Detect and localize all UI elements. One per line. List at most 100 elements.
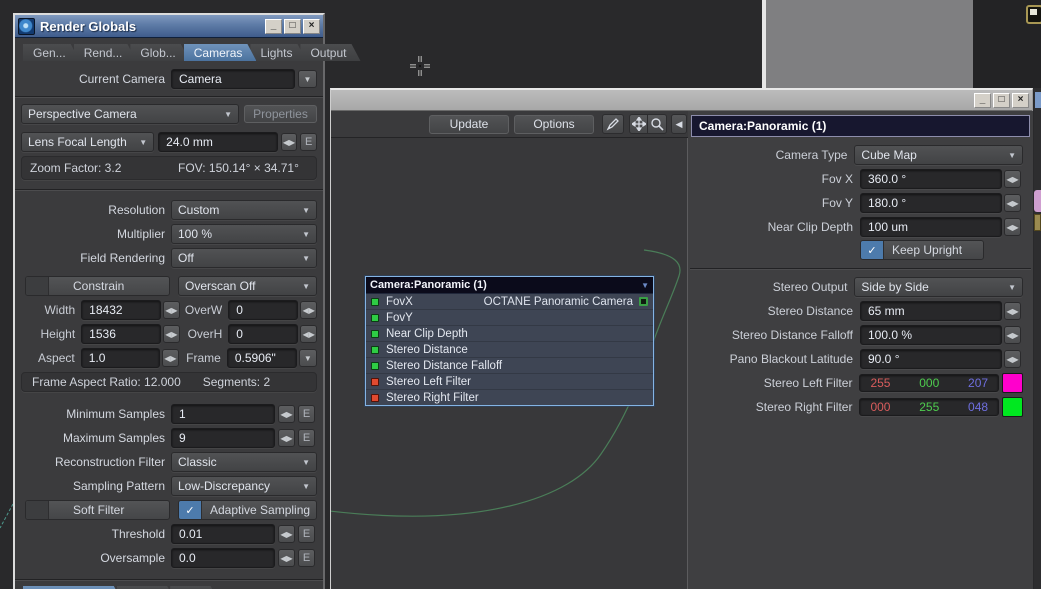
zoom-tool-button[interactable]: [648, 114, 667, 134]
near-clip-depth-stepper[interactable]: ◀▶: [1004, 218, 1021, 236]
height-input[interactable]: 1536: [81, 324, 162, 344]
node-graph-area[interactable]: Camera:Panoramic (1) ▼ FovX OCTANE Panor…: [331, 138, 687, 589]
minimum-samples-input[interactable]: 1: [171, 404, 275, 424]
oversample-input[interactable]: 0.0: [171, 548, 275, 568]
minimum-samples-stepper[interactable]: ◀▶: [278, 405, 295, 423]
input-port[interactable]: [371, 361, 379, 370]
sampling-pattern-select[interactable]: Low-Discrepancy ▼: [171, 476, 317, 496]
fov-y-stepper[interactable]: ◀▶: [1004, 194, 1021, 212]
near-clip-depth-input[interactable]: 100 um: [860, 217, 1002, 237]
node-header[interactable]: Camera:Panoramic (1) ▼: [366, 277, 653, 294]
pano-blackout-latitude-input[interactable]: 90.0 °: [860, 349, 1002, 369]
maximum-samples-stepper[interactable]: ◀▶: [278, 429, 295, 447]
maximum-samples-envelope-button[interactable]: E: [298, 429, 315, 447]
background-window-strip: [1034, 88, 1041, 589]
node-input-row[interactable]: Stereo Right Filter: [366, 390, 653, 405]
soft-filter-toggle[interactable]: Soft Filter: [25, 500, 170, 520]
threshold-envelope-button[interactable]: E: [298, 525, 315, 543]
threshold-stepper[interactable]: ◀▶: [278, 525, 295, 543]
adaptive-sampling-checkbox[interactable]: ✓ Adaptive Sampling: [178, 500, 317, 520]
threshold-input[interactable]: 0.01: [171, 524, 275, 544]
stereo-left-filter-rgb[interactable]: 255 000 207: [859, 374, 1000, 392]
stereo-distance-stepper[interactable]: ◀▶: [1004, 302, 1021, 320]
stereo-distance-falloff-stepper[interactable]: ◀▶: [1004, 326, 1021, 344]
node-input-row[interactable]: Stereo Distance Falloff: [366, 358, 653, 374]
resolution-select[interactable]: Custom ▼: [171, 200, 317, 220]
tab-gen[interactable]: Gen...: [23, 44, 80, 61]
collapse-panel-button[interactable]: ◀: [671, 114, 687, 134]
maximize-button[interactable]: □: [993, 92, 1010, 108]
output-port[interactable]: [639, 297, 648, 306]
keep-upright-checkbox[interactable]: ✓ Keep Upright: [860, 240, 984, 260]
frame-input[interactable]: 0.5906": [226, 348, 297, 368]
properties-button[interactable]: Properties: [244, 105, 317, 123]
camera-type-select[interactable]: Cube Map ▼: [854, 145, 1023, 165]
stereo-distance-input[interactable]: 65 mm: [860, 301, 1002, 321]
overh-stepper[interactable]: ◀▶: [300, 325, 317, 343]
height-stepper[interactable]: ◀▶: [163, 325, 180, 343]
field-rendering-select[interactable]: Off ▼: [171, 248, 317, 268]
node-input-row[interactable]: Near Clip Depth: [366, 326, 653, 342]
current-camera-dropdown-button[interactable]: ▼: [298, 70, 317, 88]
node-input-row[interactable]: Stereo Left Filter: [366, 374, 653, 390]
tab-cameras[interactable]: Cameras: [184, 44, 257, 61]
stereo-right-filter-swatch[interactable]: [1002, 397, 1023, 417]
close-button[interactable]: ×: [1012, 92, 1029, 108]
minimize-button[interactable]: _: [974, 92, 991, 108]
fov-x-stepper[interactable]: ◀▶: [1004, 170, 1021, 188]
node-editor-titlebar[interactable]: _ □ ×: [331, 90, 1032, 111]
minimize-button[interactable]: _: [265, 18, 282, 34]
options-button[interactable]: Options: [514, 114, 594, 134]
tab-rend[interactable]: Rend...: [74, 44, 137, 61]
node-input-row[interactable]: FovX OCTANE Panoramic Camera: [366, 294, 653, 310]
stereo-left-filter-swatch[interactable]: [1002, 373, 1023, 393]
focal-length-envelope-button[interactable]: E: [300, 133, 317, 151]
update-button[interactable]: Update: [429, 114, 509, 134]
width-input[interactable]: 18432: [81, 300, 162, 320]
oversample-envelope-button[interactable]: E: [298, 549, 315, 567]
focal-length-stepper[interactable]: ◀▶: [280, 133, 298, 151]
camera-type-select[interactable]: Perspective Camera ▼: [21, 104, 239, 124]
close-button[interactable]: ×: [303, 18, 320, 34]
camera-panoramic-node[interactable]: Camera:Panoramic (1) ▼ FovX OCTANE Panor…: [365, 276, 654, 406]
reconstruction-filter-select[interactable]: Classic ▼: [171, 452, 317, 472]
focal-length-select[interactable]: Lens Focal Length ▼: [21, 132, 155, 152]
overw-stepper[interactable]: ◀▶: [300, 301, 317, 319]
width-stepper[interactable]: ◀▶: [163, 301, 180, 319]
taskbar-monitor-icon[interactable]: [1026, 5, 1041, 24]
fov-y-input[interactable]: 180.0 °: [860, 193, 1002, 213]
maximum-samples-input[interactable]: 9: [171, 428, 275, 448]
node-input-row[interactable]: FovY: [366, 310, 653, 326]
minimum-samples-envelope-button[interactable]: E: [298, 405, 315, 423]
oversample-stepper[interactable]: ◀▶: [278, 549, 295, 567]
current-camera-value[interactable]: Camera: [171, 69, 295, 89]
node-input-row[interactable]: Stereo Distance: [366, 342, 653, 358]
input-port[interactable]: [371, 377, 379, 386]
pen-tool-button[interactable]: [602, 114, 624, 134]
render-globals-titlebar[interactable]: Render Globals _ □ ×: [15, 15, 323, 38]
frame-dropdown-button[interactable]: ▼: [298, 349, 317, 367]
overw-input[interactable]: 0: [228, 300, 299, 320]
stereo-distance-falloff-input[interactable]: 100.0 %: [860, 325, 1002, 345]
fov-x-input[interactable]: 360.0 °: [860, 169, 1002, 189]
input-port[interactable]: [371, 393, 379, 402]
pan-tool-button[interactable]: [629, 114, 648, 134]
tab-lights[interactable]: Lights: [250, 44, 306, 61]
input-port[interactable]: [371, 297, 379, 306]
stereo-output-select[interactable]: Side by Side ▼: [854, 277, 1023, 297]
constrain-toggle[interactable]: Constrain: [25, 276, 170, 296]
input-port[interactable]: [371, 329, 379, 338]
overh-input[interactable]: 0: [228, 324, 299, 344]
focal-length-input[interactable]: 24.0 mm: [158, 132, 278, 152]
tab-glob[interactable]: Glob...: [130, 44, 189, 61]
pano-blackout-latitude-stepper[interactable]: ◀▶: [1004, 350, 1021, 368]
input-port[interactable]: [371, 313, 379, 322]
tab-output[interactable]: Output: [300, 44, 360, 61]
maximize-button[interactable]: □: [284, 18, 301, 34]
aspect-stepper[interactable]: ◀▶: [162, 349, 179, 367]
multiplier-select[interactable]: 100 % ▼: [171, 224, 317, 244]
stereo-right-filter-rgb[interactable]: 000 255 048: [859, 398, 1000, 416]
overscan-select[interactable]: Overscan Off ▼: [178, 276, 317, 296]
aspect-input[interactable]: 1.0: [80, 348, 161, 368]
input-port[interactable]: [371, 345, 379, 354]
